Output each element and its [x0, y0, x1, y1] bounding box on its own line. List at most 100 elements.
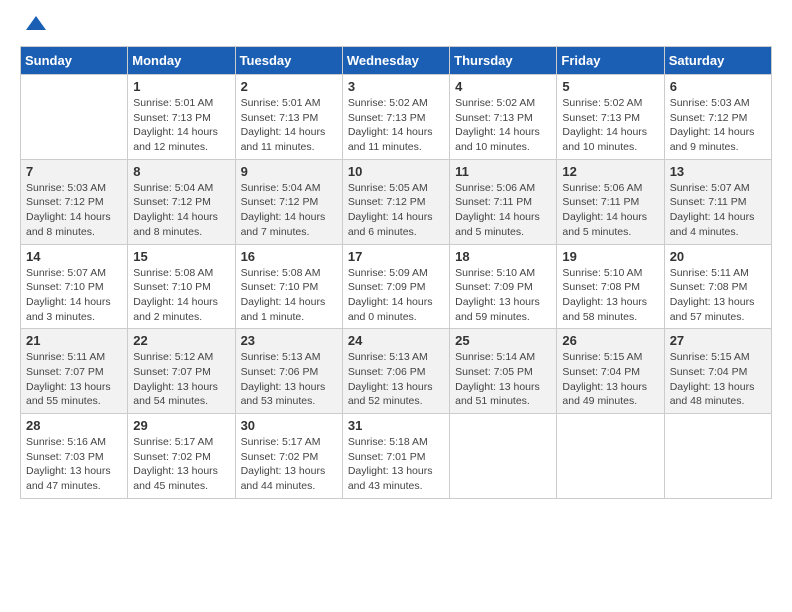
logo: [20, 20, 48, 36]
day-info: Sunrise: 5:15 AM Sunset: 7:04 PM Dayligh…: [670, 350, 766, 409]
day-number: 5: [562, 79, 658, 94]
day-number: 6: [670, 79, 766, 94]
day-info: Sunrise: 5:07 AM Sunset: 7:10 PM Dayligh…: [26, 266, 122, 325]
calendar-cell: 20Sunrise: 5:11 AM Sunset: 7:08 PM Dayli…: [664, 244, 771, 329]
day-number: 21: [26, 333, 122, 348]
calendar-cell: 30Sunrise: 5:17 AM Sunset: 7:02 PM Dayli…: [235, 414, 342, 499]
calendar-cell: 11 Sunrise: 5:06 AM Sunset: 7:11 PM Dayli…: [450, 159, 557, 244]
day-number: 29: [133, 418, 229, 433]
day-number: 3: [348, 79, 444, 94]
calendar-cell: 8 Sunrise: 5:04 AM Sunset: 7:12 PM Daylig…: [128, 159, 235, 244]
calendar-week-row: 7Sunrise: 5:03 AM Sunset: 7:12 PM Daylig…: [21, 159, 772, 244]
page-header: [20, 20, 772, 36]
day-number: 27: [670, 333, 766, 348]
day-number: 16: [241, 249, 337, 264]
calendar-day-header: Tuesday: [235, 47, 342, 75]
day-number: 4: [455, 79, 551, 94]
day-info: Sunrise: 5:17 AM Sunset: 7:02 PM Dayligh…: [241, 435, 337, 494]
day-info: Sunrise: 5:05 AM Sunset: 7:12 PM Dayligh…: [348, 181, 444, 240]
calendar-day-header: Wednesday: [342, 47, 449, 75]
day-number: 26: [562, 333, 658, 348]
day-number: 9: [241, 164, 337, 179]
calendar-week-row: 21 Sunrise: 5:11 AM Sunset: 7:07 PM Dayli…: [21, 329, 772, 414]
calendar-cell: 24 Sunrise: 5:13 AM Sunset: 7:06 PM Dayli…: [342, 329, 449, 414]
day-info: Sunrise: 5:09 AM Sunset: 7:09 PM Dayligh…: [348, 266, 444, 325]
day-info: Sunrise: 5:10 AM Sunset: 7:09 PM Dayligh…: [455, 266, 551, 325]
calendar-cell: 31 Sunrise: 5:18 AM Sunset: 7:01 PM Dayli…: [342, 414, 449, 499]
calendar-cell: 19 Sunrise: 5:10 AM Sunset: 7:08 PM Dayli…: [557, 244, 664, 329]
calendar-cell: 4 Sunrise: 5:02 AM Sunset: 7:13 PM Daylig…: [450, 75, 557, 160]
day-number: 15: [133, 249, 229, 264]
day-info: Sunrise: 5:13 AM Sunset: 7:06 PM Dayligh…: [348, 350, 444, 409]
calendar-cell: 1 Sunrise: 5:01 AM Sunset: 7:13 PM Daylig…: [128, 75, 235, 160]
day-info: Sunrise: 5:06 AM Sunset: 7:11 PM Dayligh…: [455, 181, 551, 240]
calendar-cell: 29Sunrise: 5:17 AM Sunset: 7:02 PM Dayli…: [128, 414, 235, 499]
calendar-cell: 26Sunrise: 5:15 AM Sunset: 7:04 PM Dayli…: [557, 329, 664, 414]
calendar-cell: 25 Sunrise: 5:14 AM Sunset: 7:05 PM Dayli…: [450, 329, 557, 414]
day-info: Sunrise: 5:02 AM Sunset: 7:13 PM Dayligh…: [348, 96, 444, 155]
day-number: 19: [562, 249, 658, 264]
day-number: 24: [348, 333, 444, 348]
calendar-day-header: Monday: [128, 47, 235, 75]
calendar-cell: 9Sunrise: 5:04 AM Sunset: 7:12 PM Daylig…: [235, 159, 342, 244]
calendar-day-header: Saturday: [664, 47, 771, 75]
calendar-cell: 16 Sunrise: 5:08 AM Sunset: 7:10 PM Dayli…: [235, 244, 342, 329]
day-number: 28: [26, 418, 122, 433]
day-info: Sunrise: 5:02 AM Sunset: 7:13 PM Dayligh…: [562, 96, 658, 155]
day-number: 8: [133, 164, 229, 179]
day-info: Sunrise: 5:14 AM Sunset: 7:05 PM Dayligh…: [455, 350, 551, 409]
day-number: 11: [455, 164, 551, 179]
calendar-day-header: Friday: [557, 47, 664, 75]
day-info: Sunrise: 5:10 AM Sunset: 7:08 PM Dayligh…: [562, 266, 658, 325]
day-info: Sunrise: 5:03 AM Sunset: 7:12 PM Dayligh…: [670, 96, 766, 155]
day-number: 31: [348, 418, 444, 433]
day-info: Sunrise: 5:03 AM Sunset: 7:12 PM Dayligh…: [26, 181, 122, 240]
day-number: 22: [133, 333, 229, 348]
calendar-cell: 2 Sunrise: 5:01 AM Sunset: 7:13 PM Daylig…: [235, 75, 342, 160]
day-info: Sunrise: 5:11 AM Sunset: 7:07 PM Dayligh…: [26, 350, 122, 409]
day-number: 1: [133, 79, 229, 94]
calendar-cell: 3 Sunrise: 5:02 AM Sunset: 7:13 PM Daylig…: [342, 75, 449, 160]
calendar-week-row: 28Sunrise: 5:16 AM Sunset: 7:03 PM Dayli…: [21, 414, 772, 499]
day-number: 23: [241, 333, 337, 348]
calendar-cell: 22 Sunrise: 5:12 AM Sunset: 7:07 PM Dayli…: [128, 329, 235, 414]
calendar-week-row: 1 Sunrise: 5:01 AM Sunset: 7:13 PM Daylig…: [21, 75, 772, 160]
calendar-cell: 15 Sunrise: 5:08 AM Sunset: 7:10 PM Dayli…: [128, 244, 235, 329]
calendar-cell: 12 Sunrise: 5:06 AM Sunset: 7:11 PM Dayli…: [557, 159, 664, 244]
day-info: Sunrise: 5:08 AM Sunset: 7:10 PM Dayligh…: [241, 266, 337, 325]
calendar-day-header: Sunday: [21, 47, 128, 75]
day-number: 25: [455, 333, 551, 348]
day-info: Sunrise: 5:08 AM Sunset: 7:10 PM Dayligh…: [133, 266, 229, 325]
day-info: Sunrise: 5:06 AM Sunset: 7:11 PM Dayligh…: [562, 181, 658, 240]
day-info: Sunrise: 5:18 AM Sunset: 7:01 PM Dayligh…: [348, 435, 444, 494]
calendar-cell: 28Sunrise: 5:16 AM Sunset: 7:03 PM Dayli…: [21, 414, 128, 499]
day-number: 20: [670, 249, 766, 264]
day-info: Sunrise: 5:04 AM Sunset: 7:12 PM Dayligh…: [133, 181, 229, 240]
day-number: 12: [562, 164, 658, 179]
calendar-table: SundayMondayTuesdayWednesdayThursdayFrid…: [20, 46, 772, 499]
calendar-cell: [21, 75, 128, 160]
calendar-cell: 27 Sunrise: 5:15 AM Sunset: 7:04 PM Dayli…: [664, 329, 771, 414]
calendar-day-header: Thursday: [450, 47, 557, 75]
day-number: 2: [241, 79, 337, 94]
calendar-cell: 18 Sunrise: 5:10 AM Sunset: 7:09 PM Dayli…: [450, 244, 557, 329]
calendar-cell: [450, 414, 557, 499]
calendar-cell: 6 Sunrise: 5:03 AM Sunset: 7:12 PM Daylig…: [664, 75, 771, 160]
calendar-cell: 23 Sunrise: 5:13 AM Sunset: 7:06 PM Dayli…: [235, 329, 342, 414]
calendar-cell: [664, 414, 771, 499]
calendar-cell: 7Sunrise: 5:03 AM Sunset: 7:12 PM Daylig…: [21, 159, 128, 244]
day-info: Sunrise: 5:01 AM Sunset: 7:13 PM Dayligh…: [133, 96, 229, 155]
day-info: Sunrise: 5:12 AM Sunset: 7:07 PM Dayligh…: [133, 350, 229, 409]
day-info: Sunrise: 5:13 AM Sunset: 7:06 PM Dayligh…: [241, 350, 337, 409]
calendar-cell: 14 Sunrise: 5:07 AM Sunset: 7:10 PM Dayli…: [21, 244, 128, 329]
day-info: Sunrise: 5:02 AM Sunset: 7:13 PM Dayligh…: [455, 96, 551, 155]
calendar-cell: 17Sunrise: 5:09 AM Sunset: 7:09 PM Dayli…: [342, 244, 449, 329]
day-number: 14: [26, 249, 122, 264]
day-info: Sunrise: 5:07 AM Sunset: 7:11 PM Dayligh…: [670, 181, 766, 240]
calendar-cell: 21 Sunrise: 5:11 AM Sunset: 7:07 PM Dayli…: [21, 329, 128, 414]
logo-icon: [24, 12, 48, 36]
day-info: Sunrise: 5:01 AM Sunset: 7:13 PM Dayligh…: [241, 96, 337, 155]
calendar-cell: 5 Sunrise: 5:02 AM Sunset: 7:13 PM Daylig…: [557, 75, 664, 160]
calendar-week-row: 14 Sunrise: 5:07 AM Sunset: 7:10 PM Dayli…: [21, 244, 772, 329]
day-number: 18: [455, 249, 551, 264]
